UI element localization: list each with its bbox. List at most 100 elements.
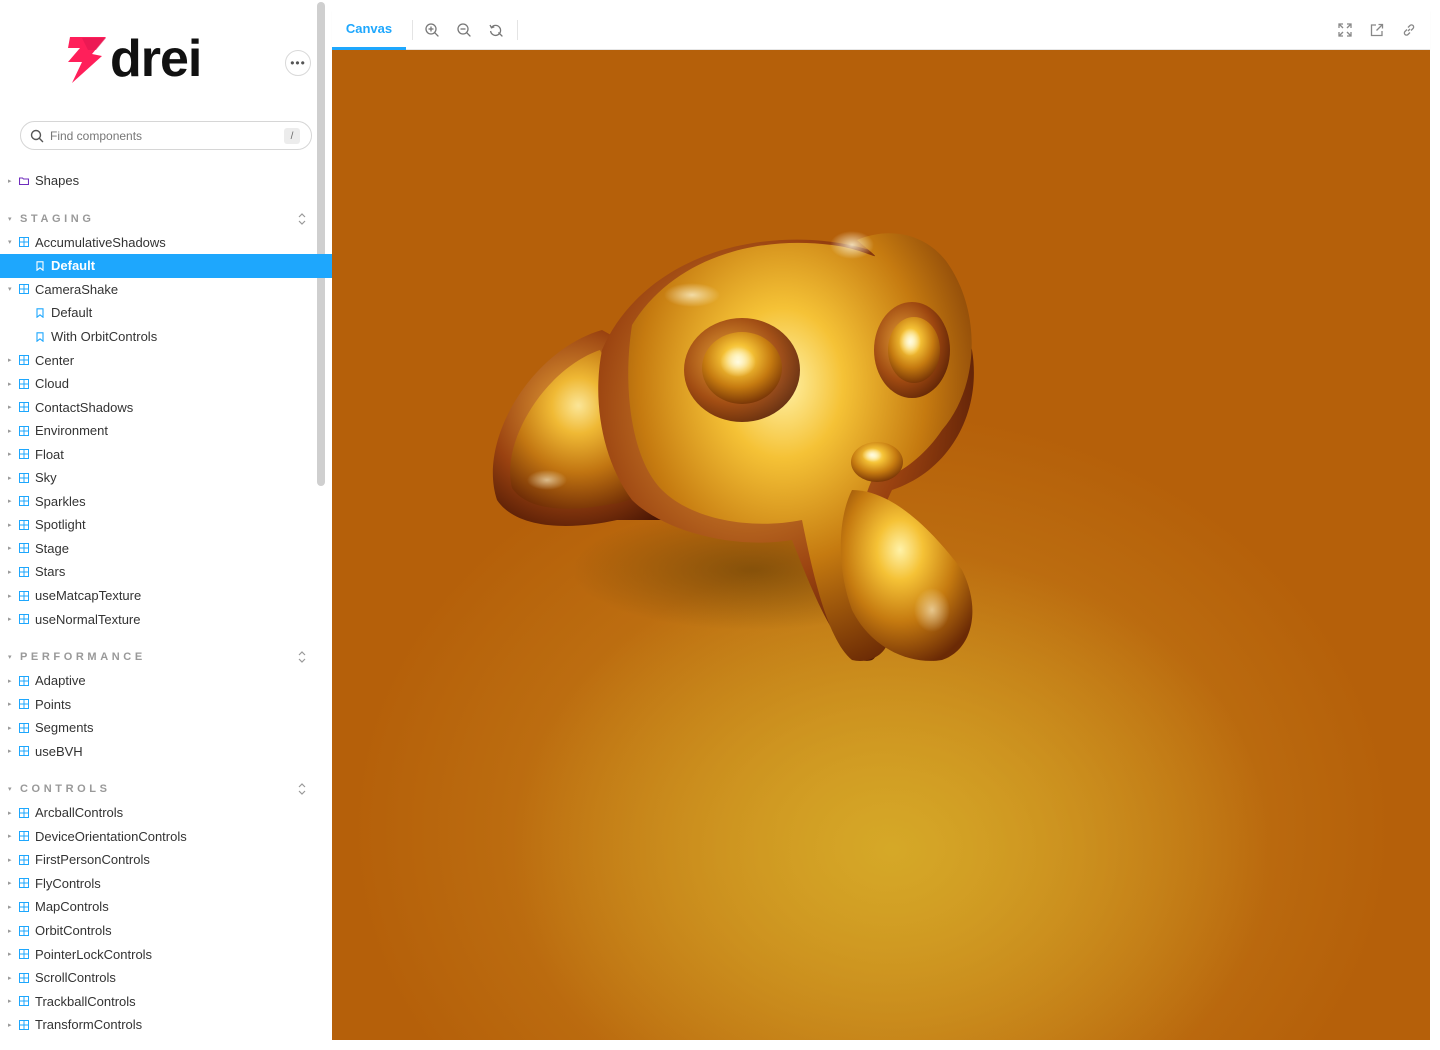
caret-right-icon[interactable]: ▸ xyxy=(8,950,14,958)
search-input[interactable] xyxy=(50,128,270,143)
caret-right-icon[interactable]: ▸ xyxy=(8,677,14,685)
section-header-controls[interactable]: ▾ CONTROLS xyxy=(0,777,332,801)
component-icon xyxy=(19,901,29,912)
tree-component-device-orientation-controls[interactable]: ▸ DeviceOrientationControls xyxy=(0,825,332,849)
tree-component-use-normal-texture[interactable]: ▸ useNormalTexture xyxy=(0,607,332,631)
tree-component-camera-shake[interactable]: ▾ CameraShake xyxy=(0,278,332,302)
tree-item-label: OrbitControls xyxy=(35,923,112,939)
tree-component-trackball-controls[interactable]: ▸ TrackballControls xyxy=(0,989,332,1013)
tree-component-sky[interactable]: ▸ Sky xyxy=(0,466,332,490)
caret-down-icon[interactable]: ▾ xyxy=(8,785,12,793)
tree-component-scroll-controls[interactable]: ▸ ScrollControls xyxy=(0,966,332,990)
zoom-out-icon[interactable] xyxy=(455,21,473,39)
expand-collapse-icon[interactable] xyxy=(296,782,308,796)
tree-item-label: ArcballControls xyxy=(35,805,124,821)
tree-component-center[interactable]: ▸ Center xyxy=(0,348,332,372)
caret-down-icon[interactable]: ▾ xyxy=(8,653,12,661)
caret-down-icon[interactable]: ▾ xyxy=(8,285,14,293)
tree-item-label: TrackballControls xyxy=(35,993,136,1009)
caret-right-icon[interactable]: ▸ xyxy=(8,997,14,1005)
tree-component-use-bvh[interactable]: ▸ useBVH xyxy=(0,739,332,763)
tree-component-accumulative-shadows[interactable]: ▾ AccumulativeShadows xyxy=(0,231,332,255)
expand-collapse-icon[interactable] xyxy=(296,650,308,664)
caret-right-icon[interactable]: ▸ xyxy=(8,700,14,708)
bookmark-icon xyxy=(35,261,45,271)
story-canvas[interactable] xyxy=(332,50,1430,1040)
caret-right-icon[interactable]: ▸ xyxy=(8,809,14,817)
caret-right-icon[interactable]: ▸ xyxy=(8,615,14,623)
tree-item-label: Spotlight xyxy=(35,517,86,533)
caret-right-icon[interactable]: ▸ xyxy=(8,856,14,864)
tree-component-sparkles[interactable]: ▸ Sparkles xyxy=(0,490,332,514)
tree-item-label: DeviceOrientationControls xyxy=(35,828,187,844)
search-box[interactable]: / xyxy=(20,121,312,150)
open-new-tab-icon[interactable] xyxy=(1368,21,1386,39)
tree-component-map-controls[interactable]: ▸ MapControls xyxy=(0,895,332,919)
caret-right-icon[interactable]: ▸ xyxy=(8,403,14,411)
expand-collapse-icon[interactable] xyxy=(296,212,308,226)
caret-right-icon[interactable]: ▸ xyxy=(8,427,14,435)
caret-right-icon[interactable]: ▸ xyxy=(8,724,14,732)
caret-right-icon[interactable]: ▸ xyxy=(8,747,14,755)
brand-logo[interactable]: drei xyxy=(66,30,202,88)
caret-right-icon[interactable]: ▸ xyxy=(8,927,14,935)
caret-right-icon[interactable]: ▸ xyxy=(8,450,14,458)
tree-folder-shapes[interactable]: ▸ Shapes xyxy=(0,169,332,193)
tree-component-stage[interactable]: ▸ Stage xyxy=(0,537,332,561)
caret-right-icon[interactable]: ▸ xyxy=(8,974,14,982)
tree-item-label: ScrollControls xyxy=(35,970,116,986)
tree-component-cloud[interactable]: ▸ Cloud xyxy=(0,372,332,396)
tree-item-label: PointerLockControls xyxy=(35,946,153,962)
caret-down-icon[interactable]: ▾ xyxy=(8,215,12,223)
caret-right-icon[interactable]: ▸ xyxy=(8,177,14,185)
zoom-in-icon[interactable] xyxy=(423,21,441,39)
fullscreen-icon[interactable] xyxy=(1336,21,1354,39)
tree-component-arcball-controls[interactable]: ▸ ArcballControls xyxy=(0,801,332,825)
tab-canvas[interactable]: Canvas xyxy=(332,10,406,50)
section-title: STAGING xyxy=(20,212,95,225)
options-menu-button[interactable]: ••• xyxy=(285,50,311,76)
tree-component-pointer-lock-controls[interactable]: ▸ PointerLockControls xyxy=(0,942,332,966)
tree-component-transform-controls[interactable]: ▸ TransformControls xyxy=(0,1013,332,1037)
tree-component-spotlight[interactable]: ▸ Spotlight xyxy=(0,513,332,537)
tree-component-float[interactable]: ▸ Float xyxy=(0,442,332,466)
caret-right-icon[interactable]: ▸ xyxy=(8,497,14,505)
tree-component-points[interactable]: ▸ Points xyxy=(0,692,332,716)
tree-component-use-matcap-texture[interactable]: ▸ useMatcapTexture xyxy=(0,584,332,608)
copy-link-icon[interactable] xyxy=(1400,21,1418,39)
tree-component-adaptive[interactable]: ▸ Adaptive xyxy=(0,669,332,693)
logo-text: drei xyxy=(110,30,202,88)
bookmark-icon xyxy=(35,308,45,318)
tree-component-fly-controls[interactable]: ▸ FlyControls xyxy=(0,872,332,896)
caret-right-icon[interactable]: ▸ xyxy=(8,1021,14,1029)
ellipsis-icon: ••• xyxy=(290,56,306,70)
tree-component-environment[interactable]: ▸ Environment xyxy=(0,419,332,443)
tree-item-label: Center xyxy=(35,352,75,368)
component-icon xyxy=(19,807,29,818)
tree-component-contact-shadows[interactable]: ▸ ContactShadows xyxy=(0,395,332,419)
tree-component-stars[interactable]: ▸ Stars xyxy=(0,560,332,584)
tree-component-segments[interactable]: ▸ Segments xyxy=(0,716,332,740)
tree-story-default[interactable]: Default xyxy=(0,301,332,325)
caret-down-icon[interactable]: ▾ xyxy=(8,238,14,246)
zoom-reset-icon[interactable] xyxy=(487,21,505,39)
tree-component-first-person-controls[interactable]: ▸ FirstPersonControls xyxy=(0,848,332,872)
caret-right-icon[interactable]: ▸ xyxy=(8,521,14,529)
tree-story-default[interactable]: Default xyxy=(0,254,332,278)
bookmark-icon xyxy=(35,331,45,342)
component-icon xyxy=(19,425,29,436)
caret-right-icon[interactable]: ▸ xyxy=(8,568,14,576)
caret-right-icon[interactable]: ▸ xyxy=(8,474,14,482)
section-header-performance[interactable]: ▾ PERFORMANCE xyxy=(0,645,332,669)
caret-right-icon[interactable]: ▸ xyxy=(8,903,14,911)
caret-right-icon[interactable]: ▸ xyxy=(8,592,14,600)
caret-right-icon[interactable]: ▸ xyxy=(8,879,14,887)
section-header-staging[interactable]: ▾ STAGING xyxy=(0,207,332,231)
tree-component-orbit-controls[interactable]: ▸ OrbitControls xyxy=(0,919,332,943)
tree-story-with-orbit-controls[interactable]: With OrbitControls xyxy=(0,325,332,349)
caret-right-icon[interactable]: ▸ xyxy=(8,356,14,364)
caret-right-icon[interactable]: ▸ xyxy=(8,832,14,840)
caret-right-icon[interactable]: ▸ xyxy=(8,544,14,552)
caret-right-icon[interactable]: ▸ xyxy=(8,380,14,388)
golden-monkey-model xyxy=(492,231,974,661)
